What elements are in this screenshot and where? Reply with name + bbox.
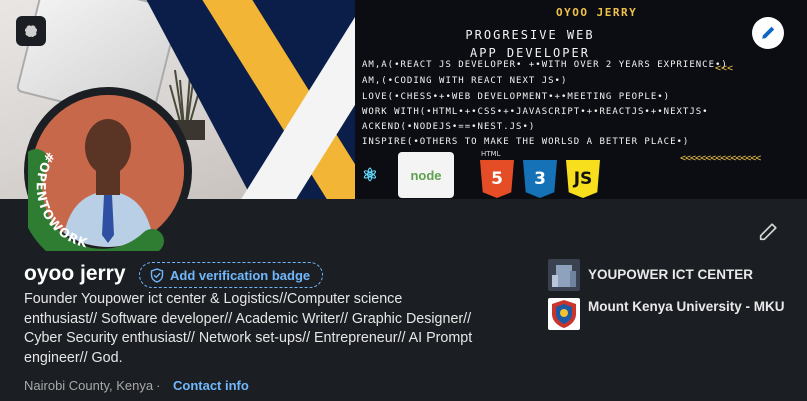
banner-line: AM,A(•REACT JS DEVELOPER• +•WITH OVER 2 … xyxy=(362,60,728,70)
brain-icon xyxy=(24,25,38,38)
company-name: YOUPOWER ICT CENTER xyxy=(588,267,754,282)
edit-profile-button[interactable] xyxy=(752,216,784,248)
html5-logo: 5 xyxy=(480,160,514,198)
school-logo xyxy=(548,298,580,330)
company-logo xyxy=(548,259,580,291)
experience-company[interactable]: YOUPOWER ICT CENTER xyxy=(548,259,798,291)
banner-line: AM,(•CODING WITH REACT NEXT JS•) xyxy=(362,76,568,86)
profile-name: oyoo jerry xyxy=(24,262,126,285)
verification-label: Add verification badge xyxy=(170,267,311,283)
profile-card: OYOO JERRY PROGRESIVE WEB APP DEVELOPER … xyxy=(0,0,807,401)
banner-line: INSPIRE(•OTHERS TO MAKE THE WORLSD A BET… xyxy=(362,137,690,147)
react-icon: ⚛ xyxy=(361,164,379,185)
banner-line: ACKEND(•NODEJS•==•NEST.JS•) xyxy=(362,122,536,132)
edit-banner-button[interactable] xyxy=(752,17,784,49)
banner-line: LOVE(•CHESS•+•WEB DEVELOPMENT•+•MEETING … xyxy=(362,92,671,102)
css3-logo: 3 xyxy=(523,160,557,198)
banner-brand: OYOO JERRY xyxy=(556,6,638,19)
contact-info-link[interactable]: Contact info xyxy=(173,378,249,393)
shield-check-icon xyxy=(150,267,164,283)
school-name: Mount Kenya University - MKU xyxy=(588,299,785,314)
javascript-logo: JS xyxy=(566,160,600,198)
profile-photo[interactable]: #OPENTOWORK xyxy=(24,87,192,255)
banner-chevrons-top: <<< xyxy=(715,63,734,74)
banner-line: WORK WITH(•HTML•+•CSS•+•JAVASCRIPT•+•REA… xyxy=(362,107,709,117)
add-verification-badge-button[interactable]: Add verification badge xyxy=(139,262,324,288)
html-label: HTML xyxy=(481,150,501,158)
pencil-icon xyxy=(762,26,775,39)
education-school[interactable]: Mount Kenya University - MKU xyxy=(548,298,798,330)
separator: · xyxy=(156,378,161,393)
profile-headline: Founder Youpower ict center & Logistics/… xyxy=(24,291,473,366)
banner-chevrons: <<<<<<<<<<<<<<<< xyxy=(680,153,761,164)
brain-button[interactable] xyxy=(16,16,46,46)
pencil-icon xyxy=(759,223,777,241)
banner-headline: PROGRESIVE WEB APP DEVELOPER xyxy=(425,26,635,62)
location-text: Nairobi County, Kenya xyxy=(24,378,154,393)
opentowork-frame: #OPENTOWORK xyxy=(28,149,164,251)
profile-location-row: Nairobi County, Kenya · xyxy=(24,378,164,393)
nodejs-logo: node xyxy=(398,152,454,198)
banner-headline-line1: PROGRESIVE WEB xyxy=(465,28,595,42)
